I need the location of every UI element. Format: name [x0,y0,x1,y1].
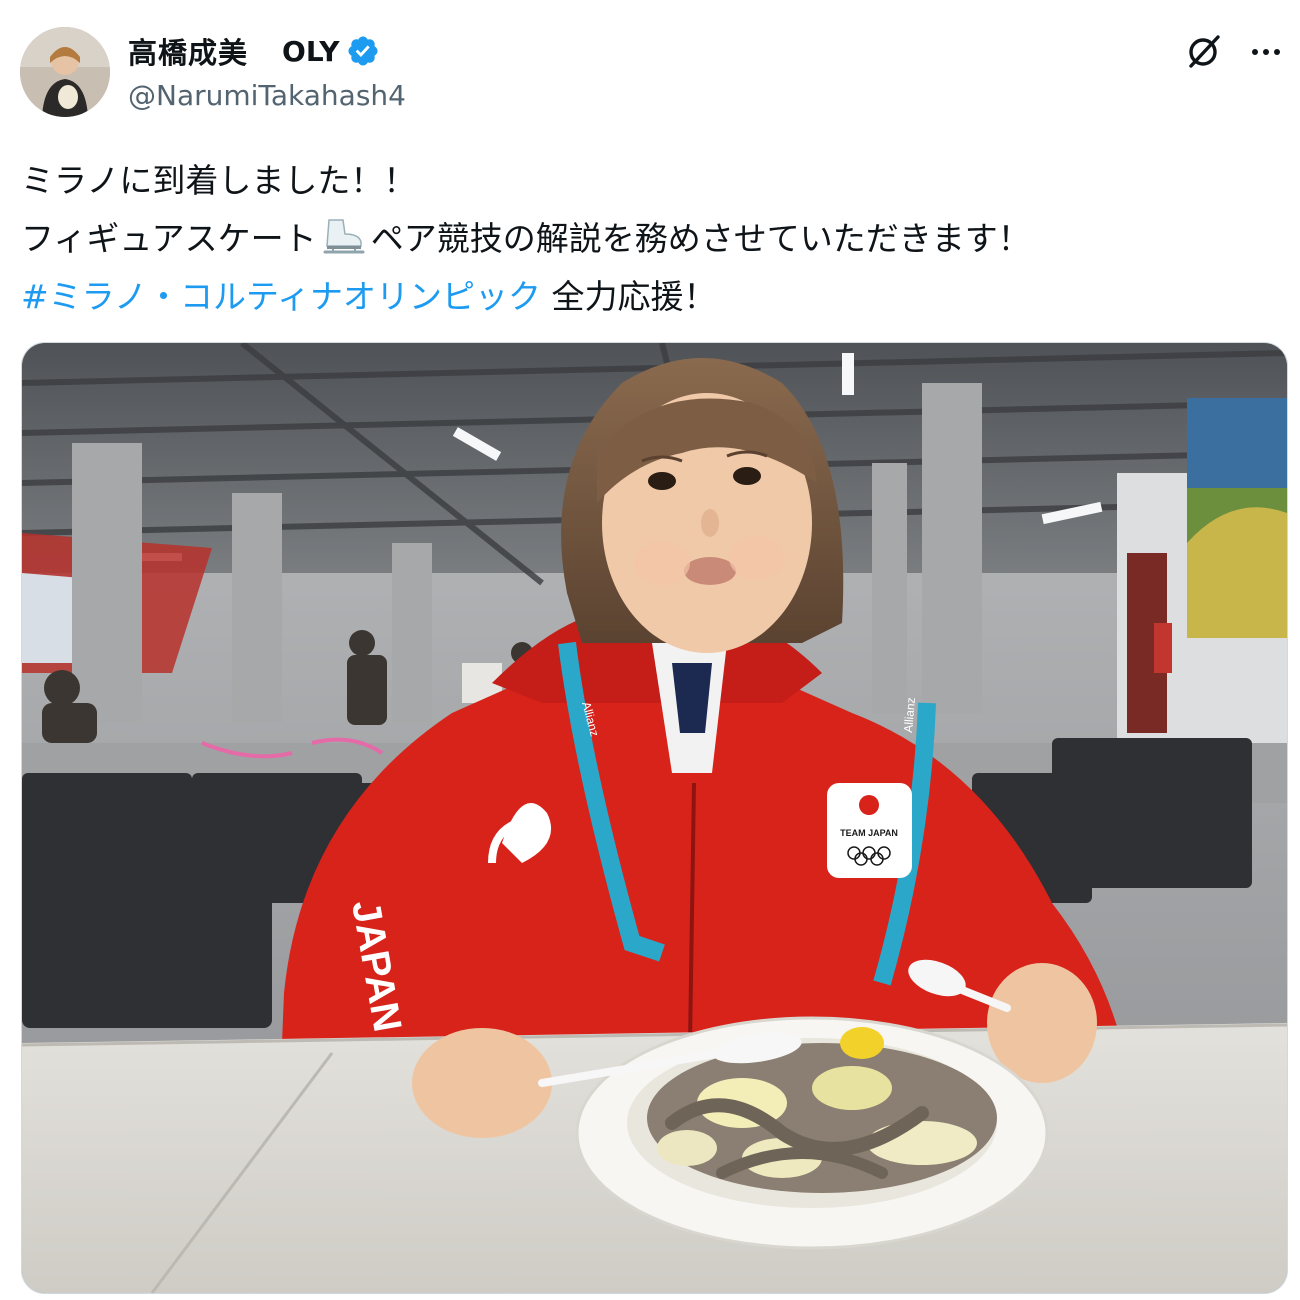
more-options-icon[interactable] [1248,34,1284,70]
ice-skate-emoji [321,216,367,256]
verified-badge-icon [346,34,380,68]
grok-icon[interactable] [1185,32,1223,70]
profile-avatar[interactable] [20,27,110,117]
tweet-photo[interactable]: Allianz Allianz TEAM JAPAN JAPAN [21,342,1288,1294]
photo-illustration: Allianz Allianz TEAM JAPAN JAPAN [22,343,1287,1293]
author-name-row[interactable]: 高橋成美 OLY [128,30,380,72]
tweet-line-2-start: フィギュアスケート [21,219,317,258]
tweet-line-3-end: 全力応援！ [541,277,717,316]
author-name-tag[interactable]: OLY [282,35,340,68]
tweet-line-1: ミラノに到着しました！！ [21,161,417,200]
tweet-line-2: フィギュアスケート ペア競技の解説を務めさせていただきます！ [21,210,1031,268]
avatar-image [20,27,110,117]
tweet-line-3: #ミラノ・コルティナオリンピック 全力応援！ [21,268,1031,326]
team-japan-text: TEAM JAPAN [840,828,898,838]
author-display-name[interactable]: 高橋成美 [128,30,248,72]
tweet-line-2-end: ペア競技の解説を務めさせていただきます！ [370,219,1031,258]
tweet-text: ミラノに到着しました！！ フィギュアスケート ペア競技の解説を務めさせていただき… [21,152,1031,326]
hashtag-link[interactable]: #ミラノ・コルティナオリンピック [21,277,541,316]
author-handle[interactable]: @NarumiTakahash4 [128,79,406,112]
